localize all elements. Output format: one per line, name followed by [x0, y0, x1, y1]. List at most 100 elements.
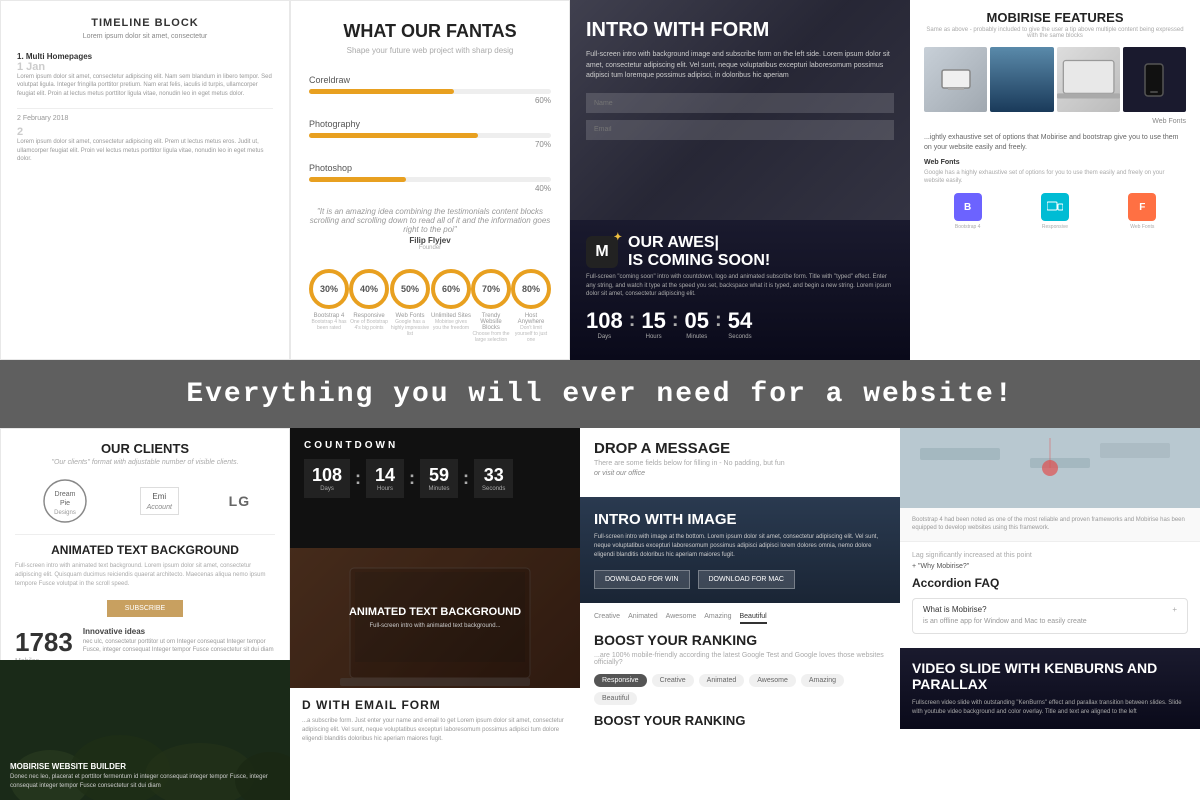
intro-img-body: Full-screen intro with image at the bott…	[594, 533, 886, 560]
mob-feat-body: ...ightly exhaustive set of options that…	[924, 133, 1186, 153]
drop-title: DROP A MESSAGE	[594, 440, 886, 457]
skill-coreldraw-bar	[309, 89, 454, 94]
form-email-input[interactable]	[586, 120, 894, 140]
web-fonts-body: Google has a highly exhaustive set of op…	[924, 169, 1186, 186]
mob-feat-sub: Same as above - probably included to giv…	[924, 27, 1186, 39]
email-form-title: D WITH EMAIL FORM	[302, 698, 568, 712]
lag-note: Lag significantly increased at this poin…	[912, 552, 1188, 559]
resp-tab-responsive[interactable]: Responsive	[594, 674, 647, 687]
skill-photoshop-pct: 40%	[309, 184, 551, 193]
tile-accordion: Bootstrap 4 had been noted as one of the…	[900, 428, 1200, 800]
timeline-subtitle: Lorem ipsum dolor sit amet, consectetur	[17, 33, 273, 40]
acc-item-1[interactable]: What is Mobirise? + is an offline app fo…	[912, 598, 1188, 634]
tab-creative[interactable]: Creative	[594, 613, 620, 624]
timeline-title: TIMELINE BLOCK	[17, 17, 273, 29]
acc-plus-1: +	[1172, 605, 1177, 614]
skill-photography: Photography 70%	[309, 119, 551, 149]
skill-photoshop: Photoshop 40%	[309, 163, 551, 193]
dl-buttons: DOWNLOAD FOR WIN DOWNLOAD FOR MAC	[594, 570, 886, 589]
feat-bootstrap: B Bootstrap 4	[954, 193, 982, 230]
resp-tab-amazing[interactable]: Amazing	[801, 674, 844, 687]
feat-responsive: Responsive	[1041, 193, 1069, 230]
feat-img-ocean	[990, 47, 1053, 112]
accordion-section: Lag significantly increased at this poin…	[900, 542, 1200, 648]
tile-mobirise-features: MOBIRISE FEATURES Same as above - probab…	[910, 0, 1200, 360]
awes-sub: Full-screen "coming soon" intro with cou…	[586, 273, 894, 298]
tile-drop-message: DROP A MESSAGE There are some fields bel…	[580, 428, 900, 800]
founder-title: Founder	[309, 245, 551, 251]
drop-or-visit: or visit our office	[594, 470, 886, 477]
entry1-label: 1. Multi Homepages	[17, 52, 273, 61]
drop-sub: There are some fields below for filling …	[594, 460, 886, 467]
collage: TIMELINE BLOCK Lorem ipsum dolor sit ame…	[0, 0, 1200, 800]
cd-minutes: 05 Minutes	[685, 308, 709, 340]
tile-forest-bottom: MOBIRISE WEBSITE BUILDER Donec nec leo, …	[0, 660, 290, 800]
entry2-num: 2	[17, 126, 273, 138]
intro-form-section: INTRO WITH FORM Full-screen intro with b…	[570, 0, 910, 220]
banner-text: Everything you will ever need for a webs…	[186, 379, 1013, 410]
skill-photoshop-label: Photoshop	[309, 163, 551, 173]
cd-box-seconds: 33 Seconds	[474, 459, 513, 498]
tab-beautiful[interactable]: Beautiful	[740, 613, 767, 624]
entry1-num: 1 Jan	[17, 61, 273, 73]
circle-host: 80% Host Anywhere Don't limit yourself t…	[511, 269, 551, 343]
m-logo: M✦	[586, 236, 618, 268]
circle-unlimited: 60% Unlimited Sites Mobirise gives you t…	[431, 269, 471, 343]
anim-text-body: Full-screen intro with animated text bac…	[349, 622, 521, 630]
skill-photoshop-bar	[309, 177, 406, 182]
circle-bootstrap: 30% Bootstrap 4 Bootstrap 4 has been rat…	[309, 269, 349, 343]
acc-faq-title: Accordion FAQ	[912, 576, 1188, 590]
tile-countdown: COUNTDOWN 108 Days : 14 Hours : 59 Minut…	[290, 428, 580, 800]
boost-sub: ...are 100% mobile-friendly according th…	[594, 652, 886, 666]
tab-amazing[interactable]: Amazing	[704, 613, 731, 624]
tab-awesome[interactable]: Awesome	[666, 613, 697, 624]
client-logo-1: Dream Pie Designs	[40, 476, 90, 526]
feat-icons-row: B Bootstrap 4 Responsive F Web Fonts	[924, 193, 1186, 230]
innovative-sub: nec ulc, consectetur porttitor ut orn In…	[83, 638, 275, 655]
dl-win-button[interactable]: DOWNLOAD FOR WIN	[594, 570, 690, 589]
cd-box-minutes: 59 Minutes	[420, 459, 458, 498]
intro-img-section: INTRO WITH IMAGE Full-screen intro with …	[580, 497, 900, 603]
webfonts-desc: Bootstrap 4 had been noted as one of the…	[912, 516, 1188, 533]
resp-tabs-row: Responsive Creative Animated Awesome Ama…	[594, 674, 886, 705]
web-fonts-title-sm: Web Fonts	[924, 159, 1186, 166]
cd-box-hours: 14 Hours	[366, 459, 404, 498]
email-form-section: D WITH EMAIL FORM ...a subscribe form. J…	[290, 688, 580, 800]
anim-text-title: ANIMATED TEXT BACKGROUND	[349, 606, 521, 618]
acc-q-1: What is Mobirise? +	[923, 605, 1177, 614]
subscribe-button[interactable]: SUBSCRIBE	[107, 600, 183, 617]
clients-subtitle: "Our clients" format with adjustable num…	[15, 459, 275, 466]
mobirise-wb-sub: Donec nec leo, placerat et porttitor fer…	[10, 773, 280, 790]
clients-title: OUR CLIENTS	[15, 441, 275, 456]
circles-row: 30% Bootstrap 4 Bootstrap 4 has been rat…	[309, 269, 551, 343]
boost-section: Creative Animated Awesome Amazing Beauti…	[580, 603, 900, 738]
tile-timeline: TIMELINE BLOCK Lorem ipsum dolor sit ame…	[0, 0, 290, 360]
intro-form-title: INTRO WITH FORM	[586, 18, 894, 42]
innovative-label: Innovative ideas	[83, 627, 275, 636]
tab-animated[interactable]: Animated	[628, 613, 658, 624]
resp-tab-beautiful[interactable]: Beautiful	[594, 692, 637, 705]
mob-feat-title: MOBIRISE FEATURES	[924, 10, 1186, 25]
email-form-body: ...a subscribe form. Just enter your nam…	[302, 717, 568, 744]
why-mobirise-item: + "Why Mobirise?"	[912, 563, 1188, 570]
boost-title2: BOOST YOUR RANKING	[594, 713, 886, 728]
founder-name: Filip Flyjev	[309, 236, 551, 245]
skill-photography-label: Photography	[309, 119, 551, 129]
web-fonts-label-top: Web Fonts	[924, 118, 1186, 125]
svg-text:Dream: Dream	[54, 491, 75, 498]
feat-img-laptop	[1057, 47, 1120, 112]
resp-tab-animated[interactable]: Animated	[699, 674, 745, 687]
webfonts-info: Bootstrap 4 had been noted as one of the…	[900, 508, 1200, 542]
resp-tab-creative[interactable]: Creative	[652, 674, 694, 687]
dl-mac-button[interactable]: DOWNLOAD FOR MAC	[698, 570, 795, 589]
countdown-row: 108 Days : 15 Hours : 05 Minutes : 54 Se…	[586, 308, 894, 340]
resp-tab-awesome[interactable]: Awesome	[749, 674, 796, 687]
form-name-input[interactable]	[586, 93, 894, 113]
circle-trendy: 70% Trendy Website Blocks Choose from th…	[471, 269, 511, 343]
circle-responsive: 40% Responsive One of Bootstrap 4's big …	[349, 269, 389, 343]
cd-seconds: 54 Seconds	[728, 308, 752, 340]
client-logo-3: LG	[229, 493, 250, 509]
circle-webfonts: 50% Web Fonts Google has a highly impres…	[389, 269, 431, 343]
client-logo-2: Emi Account	[140, 487, 179, 515]
acc-a-1: is an offline app for Window and Mac to …	[923, 617, 1177, 627]
